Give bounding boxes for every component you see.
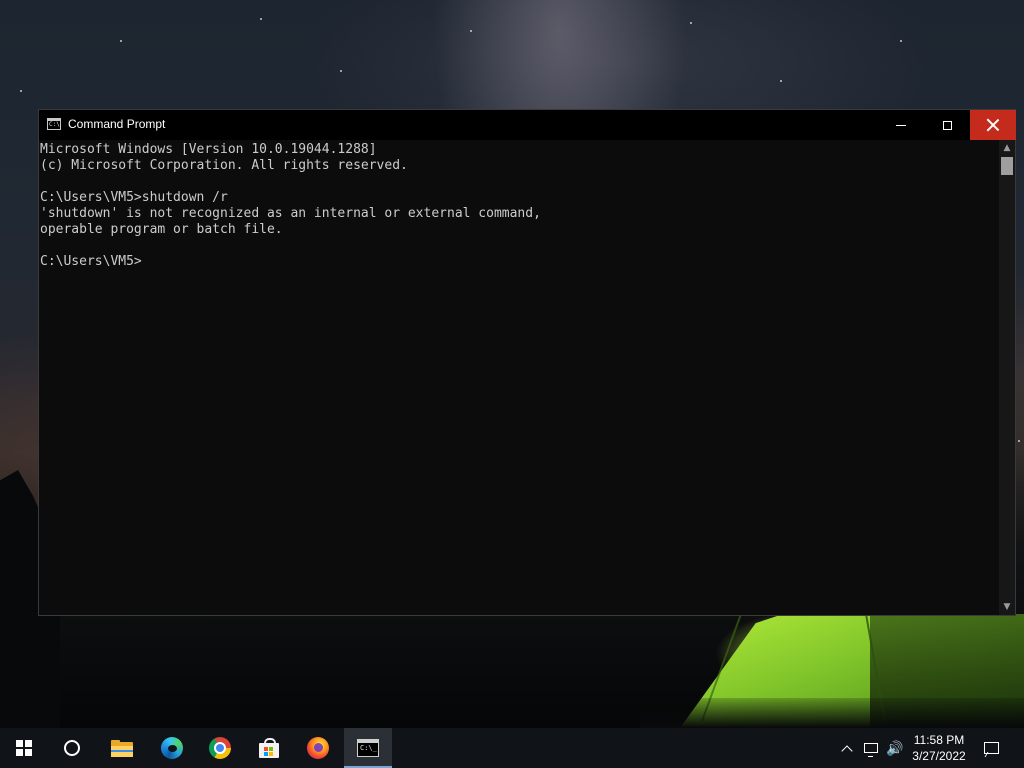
scroll-thumb[interactable] xyxy=(1001,157,1013,175)
firefox-button[interactable] xyxy=(294,728,342,768)
minimize-button[interactable] xyxy=(878,110,924,140)
search-button[interactable] xyxy=(48,728,96,768)
search-icon xyxy=(64,740,80,756)
show-hidden-icons-button[interactable] xyxy=(838,728,856,768)
maximize-button[interactable] xyxy=(924,110,970,140)
chevron-up-icon xyxy=(841,744,853,757)
microsoft-store-button[interactable] xyxy=(245,728,293,768)
windows-logo-icon xyxy=(16,740,32,756)
console-line: operable program or batch file. xyxy=(40,222,283,237)
action-center-button[interactable] xyxy=(976,728,1006,768)
cmd-icon: C:\_ xyxy=(357,739,379,757)
scroll-up-button[interactable]: ▲ xyxy=(999,140,1015,156)
maximize-icon xyxy=(942,120,952,130)
console-line: 'shutdown' is not recognized as an inter… xyxy=(40,206,541,221)
console-prompt[interactable]: C:\Users\VM5> xyxy=(40,254,142,270)
notification-icon xyxy=(983,742,999,754)
file-explorer-button[interactable] xyxy=(98,728,146,768)
window-title: Command Prompt xyxy=(68,117,166,131)
cmd-icon: C:\ xyxy=(47,118,61,130)
store-icon xyxy=(259,738,279,758)
console-line: (c) Microsoft Corporation. All rights re… xyxy=(40,158,408,173)
clock[interactable]: 11:58 PM 3/27/2022 xyxy=(906,728,972,768)
command-prompt-window[interactable]: C:\ Command Prompt Microsoft Windows [Ve… xyxy=(38,109,1016,616)
folder-icon xyxy=(111,739,133,757)
close-button[interactable] xyxy=(970,110,1016,140)
clock-date: 3/27/2022 xyxy=(912,749,966,763)
volume-button[interactable]: 🔊 xyxy=(884,728,906,768)
console-line: C:\Users\VM5>shutdown /r xyxy=(40,190,228,205)
minimize-icon xyxy=(896,124,906,126)
network-icon xyxy=(864,743,878,757)
network-button[interactable] xyxy=(860,728,882,768)
volume-icon: 🔊 xyxy=(886,739,904,756)
console-output[interactable]: Microsoft Windows [Version 10.0.19044.12… xyxy=(39,140,999,615)
start-button[interactable] xyxy=(0,728,48,768)
command-prompt-taskbar-button[interactable]: C:\_ xyxy=(344,728,392,768)
vertical-scrollbar[interactable]: ▲ ▼ xyxy=(999,140,1015,615)
chrome-button[interactable] xyxy=(196,728,244,768)
taskbar: C:\_ 🔊 11:58 PM 3/27/2022 xyxy=(0,728,1024,768)
firefox-icon xyxy=(307,737,329,759)
chrome-icon xyxy=(209,737,231,759)
clock-time: 11:58 PM xyxy=(913,733,965,747)
console-line: Microsoft Windows [Version 10.0.19044.12… xyxy=(40,142,377,157)
edge-icon xyxy=(161,737,183,759)
scroll-down-button[interactable]: ▼ xyxy=(999,599,1015,615)
tent-illustration xyxy=(640,614,1024,728)
title-bar[interactable]: C:\ Command Prompt xyxy=(39,110,1016,140)
close-icon xyxy=(986,118,1000,132)
edge-button[interactable] xyxy=(148,728,196,768)
